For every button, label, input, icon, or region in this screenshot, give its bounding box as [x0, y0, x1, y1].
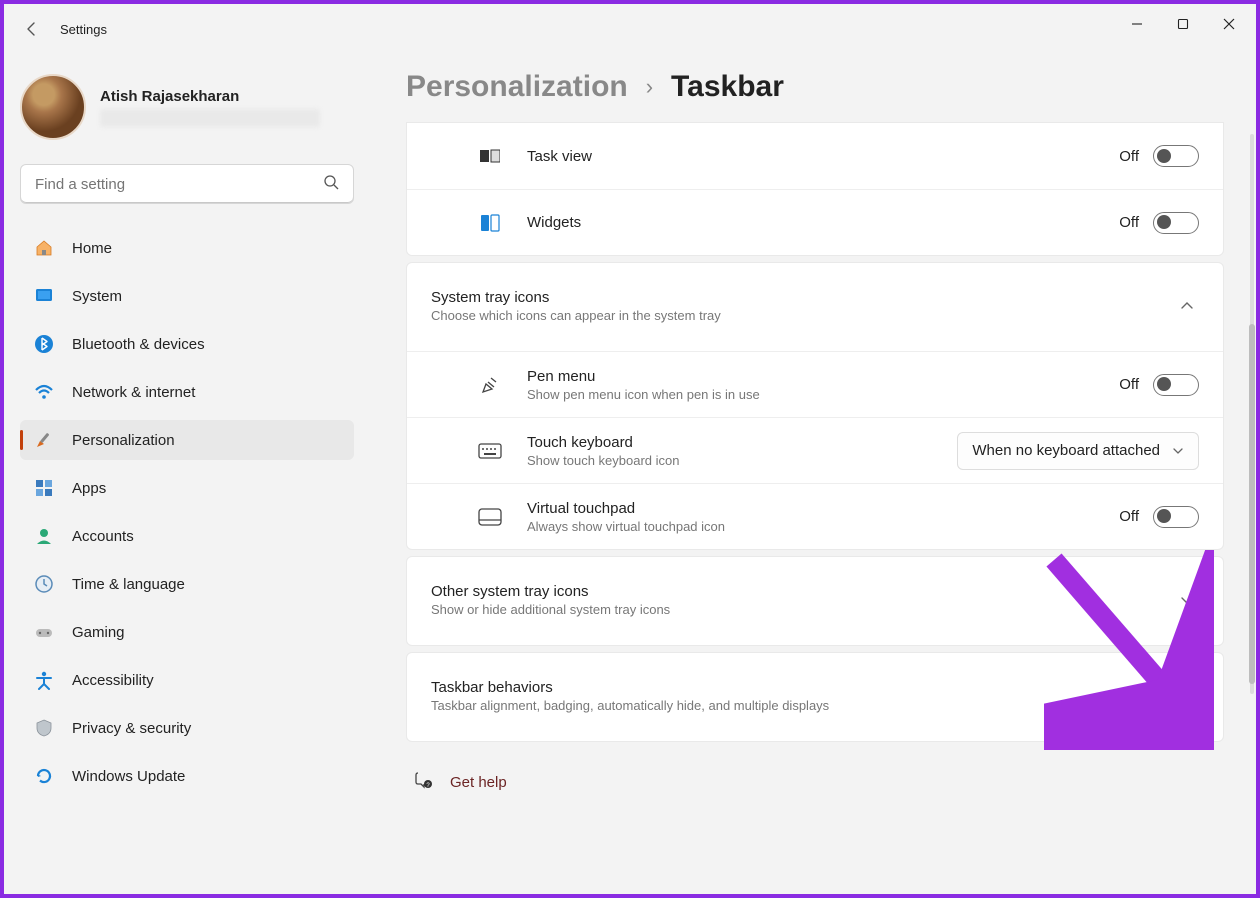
breadcrumb: Personalization › Taskbar — [406, 70, 1224, 104]
sidebar: Atish Rajasekharan Home System Bluetooth… — [4, 54, 374, 894]
taskbar-behaviors-card[interactable]: Taskbar behaviors Taskbar alignment, bad… — [406, 652, 1224, 742]
nav-label: Gaming — [72, 624, 125, 641]
gamepad-icon — [34, 622, 54, 642]
system-tray-header[interactable]: System tray icons Choose which icons can… — [407, 263, 1223, 351]
back-button[interactable] — [12, 9, 52, 49]
switch-off[interactable] — [1153, 212, 1199, 234]
keyboard-icon — [477, 438, 503, 464]
widgets-toggle[interactable]: Off — [1119, 212, 1199, 234]
row-title: Widgets — [527, 214, 1119, 231]
switch-off[interactable] — [1153, 374, 1199, 396]
nav-network[interactable]: Network & internet — [20, 372, 354, 412]
nav-label: Apps — [72, 480, 106, 497]
pen-menu-row: Pen menu Show pen menu icon when pen is … — [407, 351, 1223, 417]
user-email-blurred — [100, 109, 320, 127]
virtual-touchpad-row: Virtual touchpad Always show virtual tou… — [407, 483, 1223, 549]
accessibility-icon — [34, 670, 54, 690]
get-help-link[interactable]: Get help — [450, 774, 507, 791]
nav-list: Home System Bluetooth & devices Network … — [20, 224, 354, 800]
breadcrumb-parent[interactable]: Personalization — [406, 70, 628, 104]
chevron-down-icon[interactable] — [1175, 684, 1199, 708]
widgets-row: Widgets Off — [407, 189, 1223, 255]
system-icon — [34, 286, 54, 306]
widgets-icon — [477, 210, 503, 236]
nav-personalization[interactable]: Personalization — [20, 420, 354, 460]
wifi-icon — [34, 382, 54, 402]
main-content: Personalization › Taskbar Task view Off … — [374, 54, 1256, 894]
search-icon — [323, 174, 339, 195]
nav-label: Network & internet — [72, 384, 195, 401]
nav-label: Time & language — [72, 576, 185, 593]
touch-keyboard-dropdown[interactable]: When no keyboard attached — [957, 432, 1199, 470]
row-title: Task view — [527, 148, 1119, 165]
home-icon — [34, 238, 54, 258]
task-view-toggle[interactable]: Off — [1119, 145, 1199, 167]
app-title: Settings — [60, 22, 107, 37]
pen-icon — [477, 372, 503, 398]
maximize-button[interactable] — [1160, 8, 1206, 40]
clock-icon — [34, 574, 54, 594]
nav-label: Home — [72, 240, 112, 257]
breadcrumb-current: Taskbar — [671, 70, 784, 104]
titlebar: Settings — [4, 4, 1256, 54]
switch-off[interactable] — [1153, 145, 1199, 167]
nav-gaming[interactable]: Gaming — [20, 612, 354, 652]
taskbar-items-card: Task view Off Widgets Off — [406, 122, 1224, 256]
nav-apps[interactable]: Apps — [20, 468, 354, 508]
update-icon — [34, 766, 54, 786]
touchpad-icon — [477, 504, 503, 530]
nav-label: Privacy & security — [72, 720, 191, 737]
nav-privacy[interactable]: Privacy & security — [20, 708, 354, 748]
nav-label: System — [72, 288, 122, 305]
nav-label: Personalization — [72, 432, 175, 449]
nav-label: Accessibility — [72, 672, 154, 689]
other-tray-card[interactable]: Other system tray icons Show or hide add… — [406, 556, 1224, 646]
paintbrush-icon — [34, 430, 54, 450]
task-view-icon — [477, 143, 503, 169]
touch-keyboard-row: Touch keyboard Show touch keyboard icon … — [407, 417, 1223, 483]
bluetooth-icon — [34, 334, 54, 354]
chevron-down-icon — [1172, 445, 1184, 457]
nav-bluetooth[interactable]: Bluetooth & devices — [20, 324, 354, 364]
task-view-row: Task view Off — [407, 123, 1223, 189]
search-input[interactable] — [35, 176, 323, 193]
avatar — [20, 74, 86, 140]
person-icon — [34, 526, 54, 546]
switch-off[interactable] — [1153, 506, 1199, 528]
nav-home[interactable]: Home — [20, 228, 354, 268]
nav-system[interactable]: System — [20, 276, 354, 316]
apps-icon — [34, 478, 54, 498]
search-box[interactable] — [20, 164, 354, 204]
chevron-down-icon[interactable] — [1175, 588, 1199, 612]
nav-accounts[interactable]: Accounts — [20, 516, 354, 556]
nav-accessibility[interactable]: Accessibility — [20, 660, 354, 700]
scrollbar-thumb[interactable] — [1249, 324, 1255, 684]
nav-label: Accounts — [72, 528, 134, 545]
nav-label: Bluetooth & devices — [72, 336, 205, 353]
user-name: Atish Rajasekharan — [100, 88, 320, 105]
nav-time[interactable]: Time & language — [20, 564, 354, 604]
shield-icon — [34, 718, 54, 738]
minimize-button[interactable] — [1114, 8, 1160, 40]
virtual-touchpad-toggle[interactable]: Off — [1119, 506, 1199, 528]
system-tray-card: System tray icons Choose which icons can… — [406, 262, 1224, 550]
chevron-up-icon[interactable] — [1175, 294, 1199, 318]
chevron-right-icon: › — [646, 74, 653, 100]
close-button[interactable] — [1206, 8, 1252, 40]
user-profile[interactable]: Atish Rajasekharan — [20, 74, 354, 140]
nav-update[interactable]: Windows Update — [20, 756, 354, 796]
nav-label: Windows Update — [72, 768, 185, 785]
pen-toggle[interactable]: Off — [1119, 374, 1199, 396]
help-icon: ? — [414, 770, 434, 795]
get-help-row[interactable]: ? Get help — [406, 770, 1224, 795]
